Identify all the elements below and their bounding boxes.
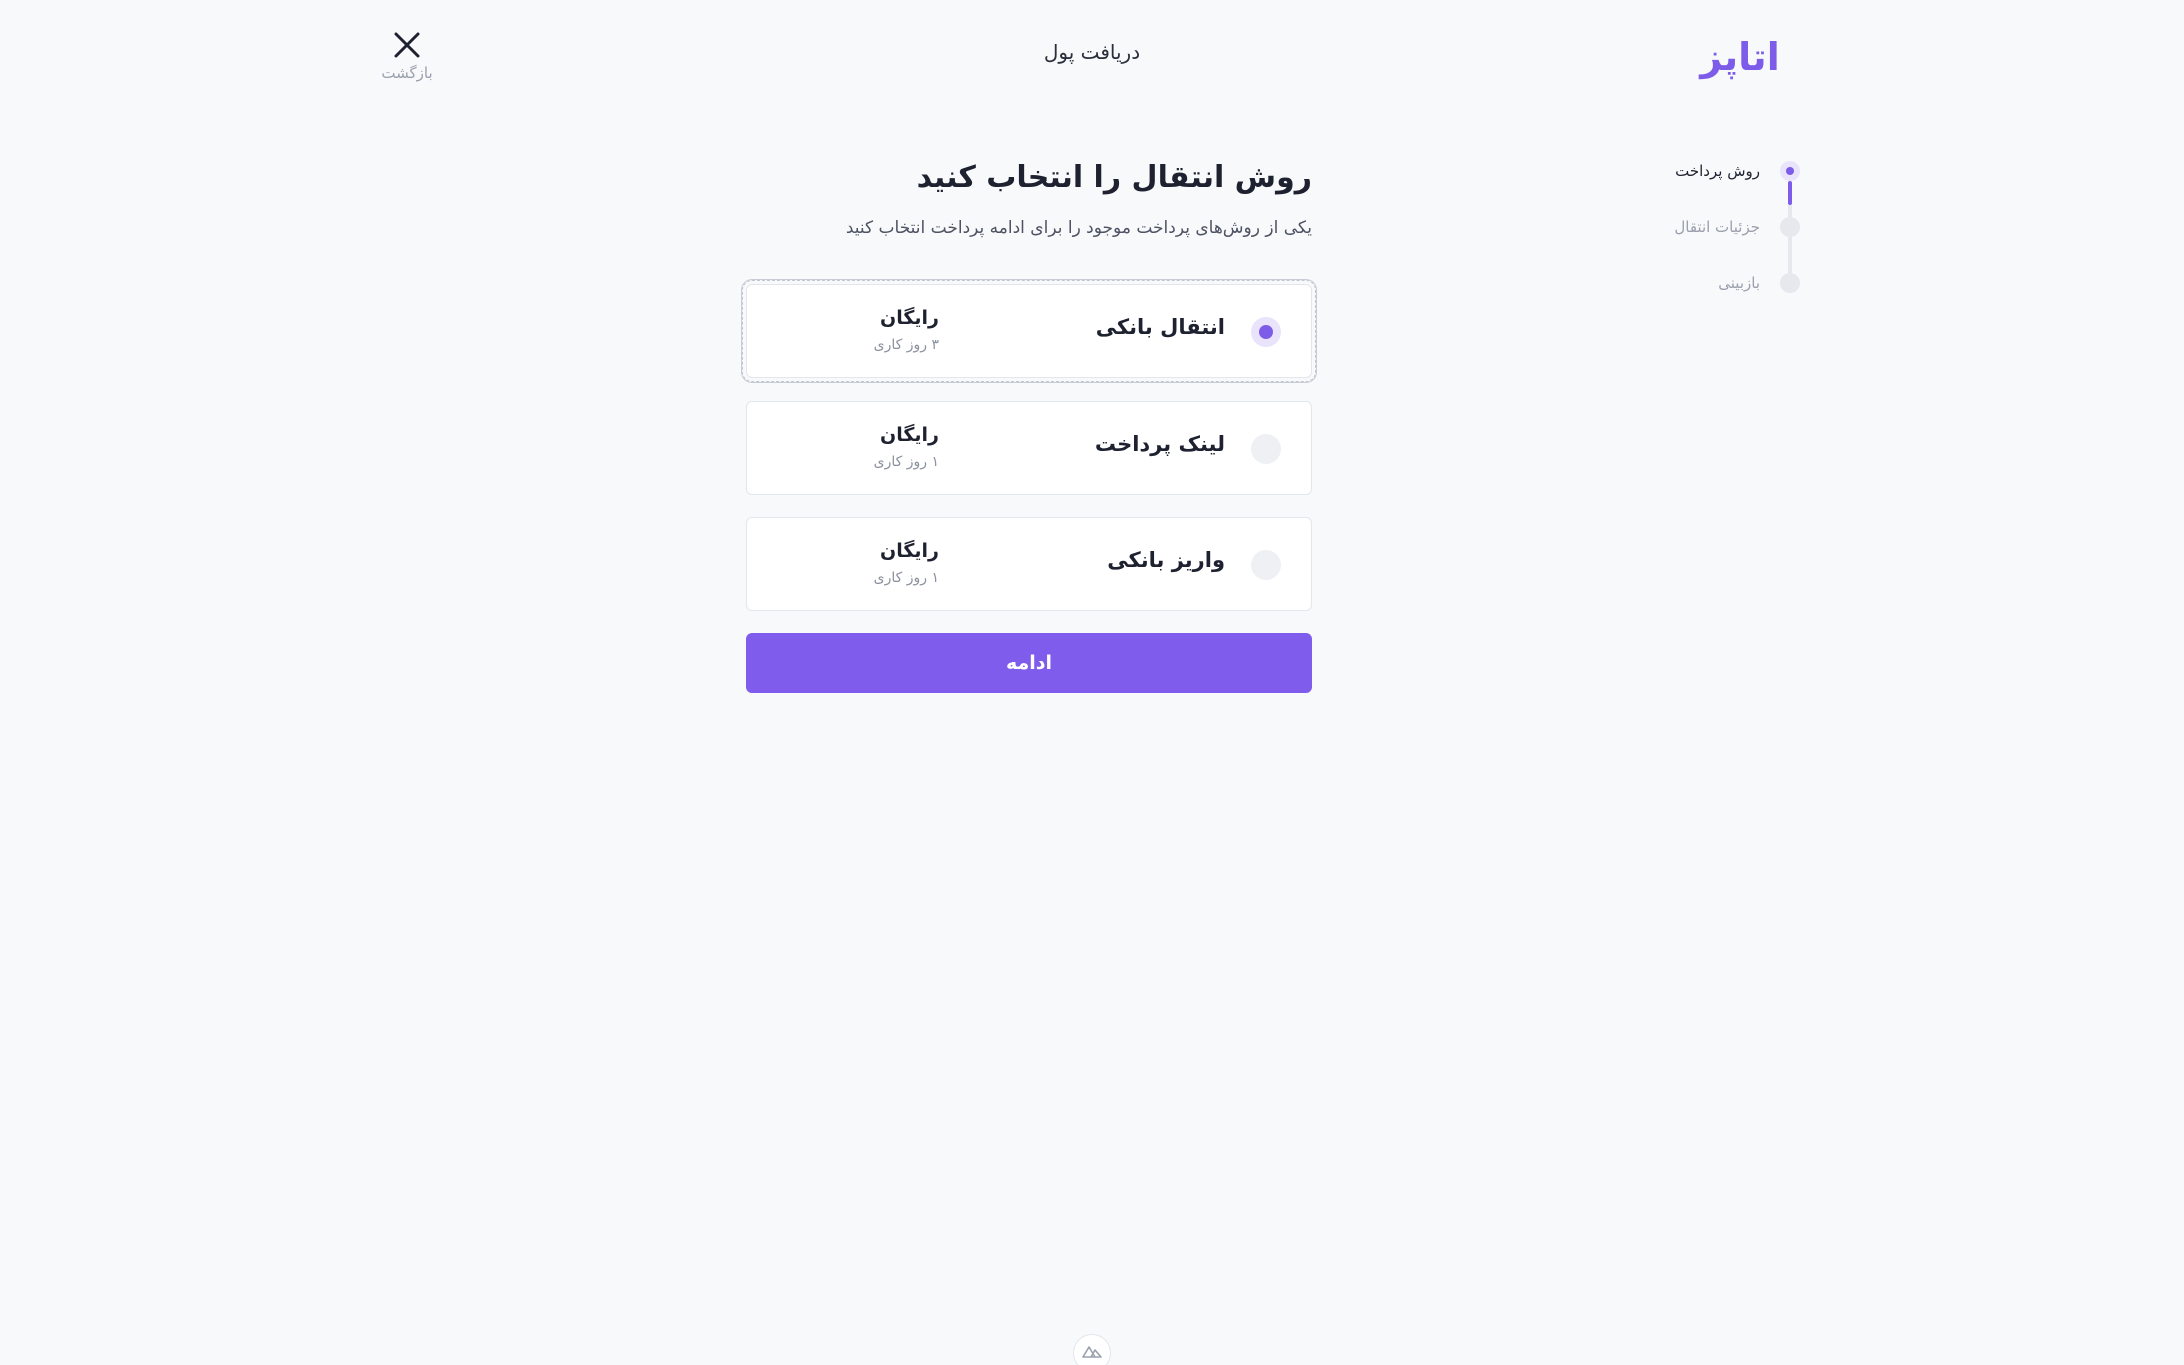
option-duration: ۱ روز کاری: [873, 570, 939, 586]
option-fee: رایگان: [880, 307, 939, 329]
stepper-progress-line: [1788, 181, 1792, 205]
section-subheading: یکی از روش‌های پرداخت موجود را برای ادام…: [845, 218, 1312, 238]
option-bank-deposit[interactable]: واریز بانکی رایگان ۱ روز کاری: [746, 517, 1312, 611]
step-payment-method: روش پرداخت: [1675, 162, 1760, 180]
option-fee: رایگان: [880, 540, 939, 562]
step-transfer-details: جزئیات انتقال: [1674, 218, 1760, 236]
nuxt-logo-icon: [1082, 1346, 1102, 1358]
logo-text: اتاپز: [1700, 35, 1780, 79]
option-label: واریز بانکی: [1107, 548, 1225, 572]
option-duration: ۳ روز کاری: [873, 337, 939, 353]
radio-button-selected[interactable]: [1251, 317, 1281, 347]
section-heading: روش انتقال را انتخاب کنید: [916, 160, 1312, 195]
stepper-line: [1788, 205, 1792, 217]
step-review: بازبینی: [1718, 274, 1760, 292]
option-fee: رایگان: [880, 424, 939, 446]
radio-button[interactable]: [1251, 550, 1281, 580]
radio-button[interactable]: [1251, 434, 1281, 464]
option-duration: ۱ روز کاری: [873, 454, 939, 470]
brand-logo[interactable]: اتاپز: [1678, 34, 1802, 80]
step-indicator: [1780, 273, 1800, 293]
continue-button[interactable]: ادامه: [746, 633, 1312, 693]
close-label: بازگشت: [381, 64, 433, 82]
stepper-line: [1788, 237, 1792, 273]
step-indicator-active: [1780, 161, 1800, 181]
page-title: دریافت پول: [1043, 40, 1141, 64]
step-indicator: [1780, 217, 1800, 237]
close-icon: [394, 32, 420, 58]
option-label: انتقال بانکی: [1095, 315, 1225, 339]
option-bank-transfer[interactable]: انتقال بانکی رایگان ۳ روز کاری: [742, 280, 1316, 382]
option-label: لینک پرداخت: [1094, 432, 1225, 456]
close-button[interactable]: بازگشت: [376, 26, 438, 88]
option-payment-link[interactable]: لینک پرداخت رایگان ۱ روز کاری: [746, 401, 1312, 495]
devtools-toggle-button[interactable]: [1073, 1334, 1111, 1365]
